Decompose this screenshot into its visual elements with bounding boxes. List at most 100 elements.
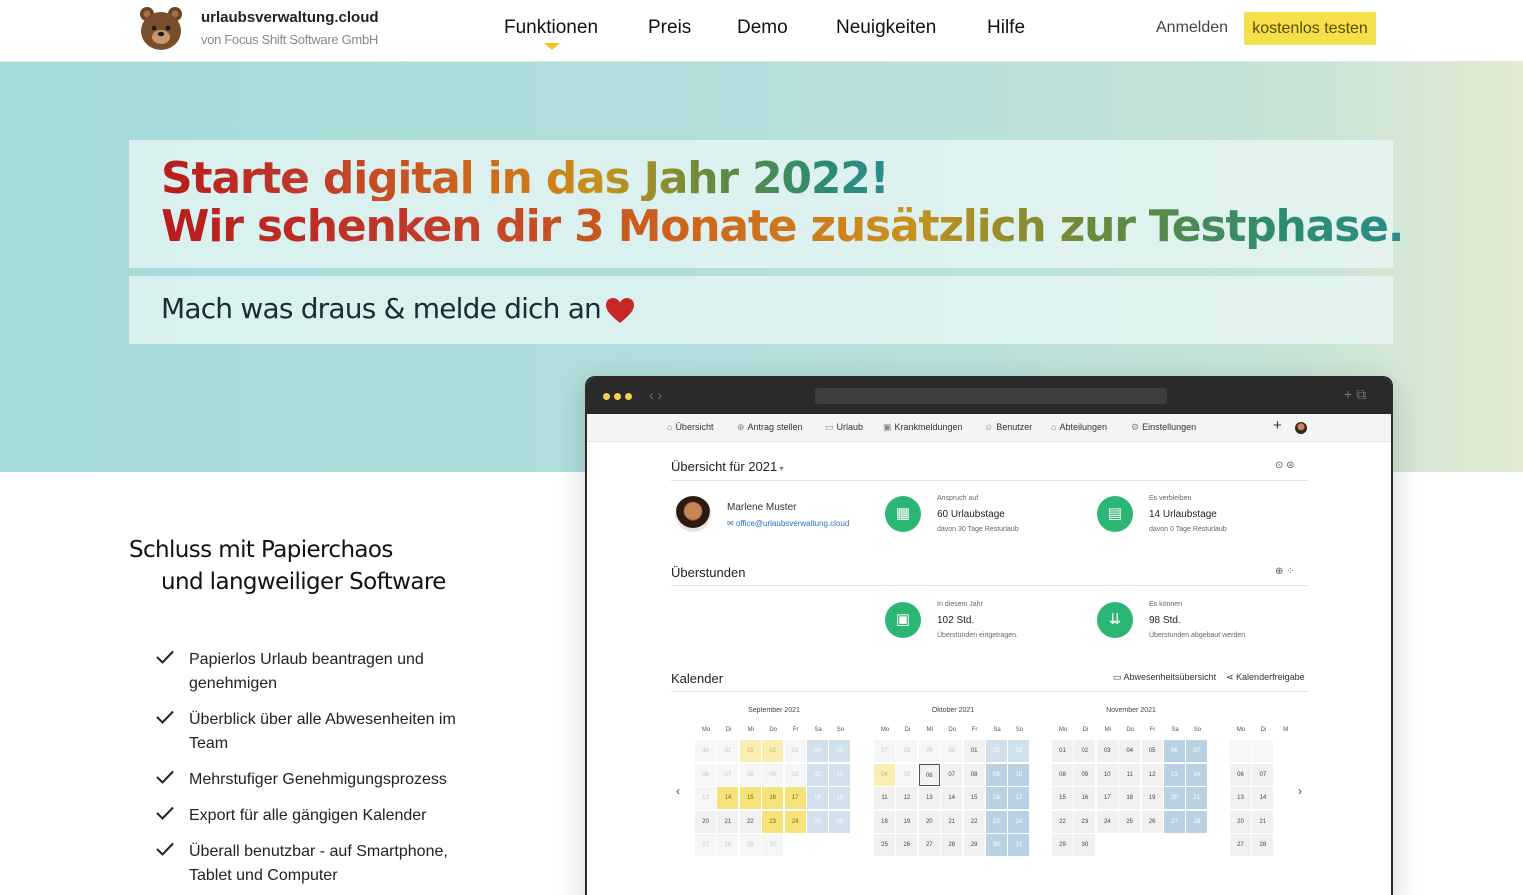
app-nav-label: Antrag stellen bbox=[747, 422, 803, 432]
nav-funktionen[interactable]: Funktionen bbox=[504, 17, 598, 39]
free-trial-button[interactable]: kostenlos testen bbox=[1244, 12, 1376, 45]
calendar-small-icon: ▭ bbox=[1113, 672, 1124, 682]
calendar-day: 23 bbox=[762, 810, 784, 833]
plus-circle-icon: ⊕ bbox=[737, 422, 745, 432]
calendar-day: 05 bbox=[829, 740, 851, 762]
calendar-day: 30 bbox=[941, 740, 963, 762]
calendar-day: 30 bbox=[762, 834, 784, 856]
calendar-day: 28 bbox=[1186, 810, 1208, 833]
nav-hilfe[interactable]: Hilfe bbox=[987, 17, 1025, 39]
calendar-day: 15 bbox=[1052, 787, 1073, 809]
overview-title-text: Übersicht für 2021 bbox=[671, 459, 778, 474]
calendar-day: 21 bbox=[717, 810, 739, 833]
feature-text: Export für alle gängigen Kalender bbox=[189, 807, 427, 824]
calendar-day: 02 bbox=[1074, 740, 1096, 762]
calendar-day: 14 bbox=[941, 787, 963, 809]
window-dot bbox=[614, 393, 621, 400]
feature-text: Papierlos Urlaub beantragen und genehmig… bbox=[189, 651, 424, 692]
nav-demo[interactable]: Demo bbox=[737, 17, 788, 39]
calendar-day: 29 bbox=[739, 834, 761, 856]
calendar-day: 29 bbox=[963, 834, 985, 856]
claim-line-2: und langweiliger Software bbox=[161, 569, 446, 595]
calendar-day: 24 bbox=[1096, 810, 1118, 833]
calendar-day: 03 bbox=[1096, 740, 1118, 762]
tagline: Mach was draus & melde dich an bbox=[161, 292, 602, 325]
briefcase-icon: ▣ bbox=[885, 602, 921, 638]
weekday-label: Do bbox=[1126, 727, 1135, 733]
calendar-day: 08 bbox=[963, 763, 985, 786]
app-nav-label: Krankmeldungen bbox=[894, 422, 963, 432]
check-icon bbox=[156, 806, 174, 820]
check-icon bbox=[156, 650, 174, 664]
heart-icon bbox=[606, 298, 634, 323]
weekday-label: Mi bbox=[1104, 727, 1111, 733]
calendar-day: 06 bbox=[695, 763, 716, 786]
calendar-day: 14 bbox=[1186, 763, 1208, 786]
user-avatar bbox=[675, 496, 711, 532]
calendar-day: 23 bbox=[1074, 810, 1096, 833]
share-icon: ⋖ bbox=[1226, 672, 1237, 682]
calendar-day: 13 bbox=[1164, 763, 1185, 786]
calendar-day: 02 bbox=[762, 740, 784, 762]
app-nav-label: Übersicht bbox=[675, 422, 714, 432]
app-nav-settings: ⚙ Einstellungen bbox=[1131, 422, 1196, 433]
app-nav-vacation: ▭ Urlaub bbox=[825, 422, 863, 433]
user-icon: ☺ bbox=[984, 422, 994, 432]
chart-icon: ▤ bbox=[1097, 496, 1133, 532]
calendar-day: 26 bbox=[896, 834, 918, 856]
calendar-day: 16 bbox=[762, 787, 784, 809]
calendar-day: 26 bbox=[1141, 810, 1163, 833]
calendar-day: 28 bbox=[1252, 834, 1274, 856]
calendar-day: 02 bbox=[986, 740, 1007, 762]
calendar-share-link: ⋖ Kalenderfreigabe bbox=[1226, 672, 1305, 683]
login-link[interactable]: Anmelden bbox=[1156, 19, 1228, 37]
plus-icon: + bbox=[1273, 417, 1282, 434]
user-email-text: office@urlaubsverwaltung.cloud bbox=[735, 519, 850, 528]
window-dot bbox=[603, 393, 610, 400]
calendar-day: 30 bbox=[986, 834, 1007, 856]
weekday-label: Mo bbox=[1236, 727, 1246, 733]
calendar-day: 18 bbox=[807, 787, 828, 809]
calendar-day: 28 bbox=[896, 740, 918, 762]
calendar-day: 17 bbox=[1008, 787, 1030, 809]
app-nav-label: Urlaub bbox=[836, 422, 864, 432]
calendar-day: 03 bbox=[784, 740, 806, 762]
weekday-label: Do bbox=[769, 727, 778, 733]
calendar-day: 21 bbox=[1252, 810, 1274, 833]
calendar-day: 16 bbox=[1074, 787, 1096, 809]
calendar-day bbox=[1252, 740, 1274, 762]
calendar-day bbox=[1230, 740, 1251, 762]
calendar-day: 03 bbox=[1008, 740, 1030, 762]
nav-preis[interactable]: Preis bbox=[648, 17, 691, 39]
calendar-day: 22 bbox=[739, 810, 761, 833]
calendar-day: 17 bbox=[784, 787, 806, 809]
calendar-day: 25 bbox=[874, 834, 895, 856]
bear-logo-icon[interactable] bbox=[137, 4, 185, 52]
nav-neuigkeiten[interactable]: Neuigkeiten bbox=[836, 17, 936, 39]
calendar-next-icon: › bbox=[1298, 784, 1302, 798]
app-screenshot-window: ‹ › + ⧉ ⌂ Übersicht ⊕ Antrag stellen ▭ Urla… bbox=[585, 376, 1393, 895]
add-circle-icon: ⊕ ⁘ bbox=[1275, 566, 1295, 577]
calendar-day: 27 bbox=[1164, 810, 1185, 833]
claim-line-1: Schluss mit Papierchaos bbox=[129, 537, 393, 563]
app-nav-sick: ▣ Krankmeldungen bbox=[883, 422, 963, 433]
weekday-label: Mi bbox=[926, 727, 933, 733]
active-nav-indicator bbox=[544, 43, 560, 50]
avatar bbox=[1295, 422, 1307, 434]
calendar-day: 15 bbox=[963, 787, 985, 809]
weekday-label: Fr bbox=[792, 727, 799, 733]
calendar-day: 01 bbox=[739, 740, 761, 762]
calendar-day: 01 bbox=[963, 740, 985, 762]
calendar-day: 10 bbox=[784, 763, 806, 786]
sort-down-icon: ⇊ bbox=[1097, 602, 1133, 638]
calendar-day: 27 bbox=[695, 834, 716, 856]
feature-text: Überblick über alle Abwesenheiten im Tea… bbox=[189, 711, 456, 752]
calendar-day: 28 bbox=[717, 834, 739, 856]
calendar-day: 24 bbox=[784, 810, 806, 833]
brand-name[interactable]: urlaubsverwaltung.cloud bbox=[201, 9, 379, 26]
calendar-share-text: Kalenderfreigabe bbox=[1236, 672, 1305, 682]
calendar-day: 15 bbox=[739, 787, 761, 809]
calendar-day: 23 bbox=[986, 810, 1007, 833]
calendar-day: 06 bbox=[918, 763, 940, 786]
app-nav-overview: ⌂ Übersicht bbox=[667, 422, 713, 432]
